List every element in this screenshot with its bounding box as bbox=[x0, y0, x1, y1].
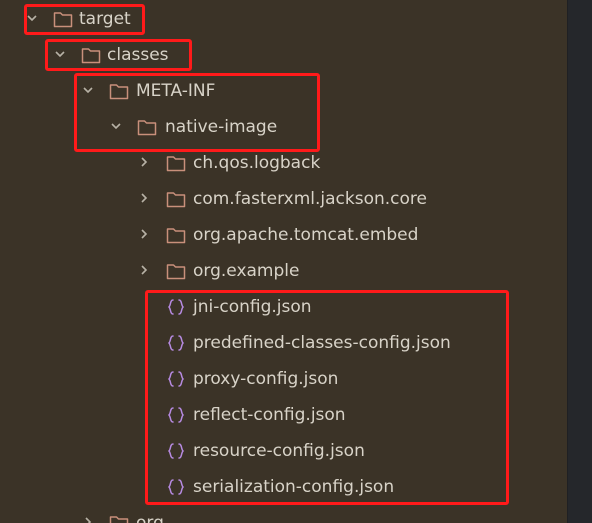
tree-node-label: org.example bbox=[193, 261, 300, 281]
tree-node-folder[interactable]: ch.qos.logback bbox=[0, 145, 568, 181]
tree-node-file[interactable]: reflect-config.json bbox=[0, 397, 568, 433]
tree-node-label: META-INF bbox=[136, 81, 216, 101]
tree-node-meta-inf[interactable]: META-INF bbox=[0, 73, 568, 109]
tree-node-label: predefined-classes-config.json bbox=[193, 333, 451, 353]
tree-node-folder[interactable]: org.apache.tomcat.embed bbox=[0, 217, 568, 253]
json-file-icon bbox=[167, 299, 185, 315]
chevron-right-icon[interactable] bbox=[139, 229, 149, 239]
folder-icon bbox=[166, 192, 186, 208]
chevron-right-icon[interactable] bbox=[139, 157, 149, 167]
project-tree: target classes META-INF native-image ch.… bbox=[0, 0, 568, 523]
tree-node-label: resource-config.json bbox=[193, 441, 365, 461]
tree-node-label: serialization-config.json bbox=[193, 477, 395, 497]
tree-node-label: ch.qos.logback bbox=[193, 153, 321, 173]
tree-node-label: jni-config.json bbox=[193, 297, 312, 317]
tree-node-label: reflect-config.json bbox=[193, 405, 346, 425]
folder-icon bbox=[166, 228, 186, 244]
tree-node-folder[interactable]: org.example bbox=[0, 253, 568, 289]
chevron-down-icon[interactable] bbox=[111, 121, 121, 131]
folder-icon bbox=[166, 264, 186, 280]
tree-node-folder[interactable]: com.fasterxml.jackson.core bbox=[0, 181, 568, 217]
chevron-down-icon[interactable] bbox=[83, 85, 93, 95]
tree-node-file[interactable]: resource-config.json bbox=[0, 433, 568, 469]
tree-node-file[interactable]: proxy-config.json bbox=[0, 361, 568, 397]
folder-icon bbox=[81, 48, 101, 64]
json-file-icon bbox=[167, 371, 185, 387]
tree-node-file[interactable]: serialization-config.json bbox=[0, 469, 568, 505]
tree-node-folder[interactable]: org bbox=[0, 505, 568, 523]
tree-node-label: classes bbox=[107, 45, 169, 65]
json-file-icon bbox=[167, 335, 185, 351]
chevron-right-icon[interactable] bbox=[139, 193, 149, 203]
folder-icon bbox=[166, 156, 186, 172]
folder-icon bbox=[137, 120, 157, 136]
tree-node-label: com.fasterxml.jackson.core bbox=[193, 189, 427, 209]
chevron-down-icon[interactable] bbox=[27, 13, 37, 23]
tree-node-classes[interactable]: classes bbox=[0, 37, 568, 73]
json-file-icon bbox=[167, 443, 185, 459]
folder-icon bbox=[53, 12, 73, 28]
json-file-icon bbox=[167, 479, 185, 495]
tree-node-label: native-image bbox=[165, 117, 278, 137]
chevron-right-icon[interactable] bbox=[83, 517, 93, 523]
chevron-right-icon[interactable] bbox=[139, 265, 149, 275]
folder-icon bbox=[109, 84, 129, 100]
json-file-icon bbox=[167, 407, 185, 423]
folder-icon bbox=[109, 516, 129, 523]
tree-node-native-image[interactable]: native-image bbox=[0, 109, 568, 145]
tree-node-file[interactable]: jni-config.json bbox=[0, 289, 568, 325]
tree-node-file[interactable]: predefined-classes-config.json bbox=[0, 325, 568, 361]
chevron-down-icon[interactable] bbox=[55, 49, 65, 59]
tree-node-label: org.apache.tomcat.embed bbox=[193, 225, 419, 245]
tree-node-target[interactable]: target bbox=[0, 1, 568, 37]
tree-node-label: org bbox=[136, 513, 164, 523]
tree-node-label: proxy-config.json bbox=[193, 369, 339, 389]
tree-node-label: target bbox=[79, 9, 131, 29]
editor-gutter bbox=[567, 0, 592, 523]
